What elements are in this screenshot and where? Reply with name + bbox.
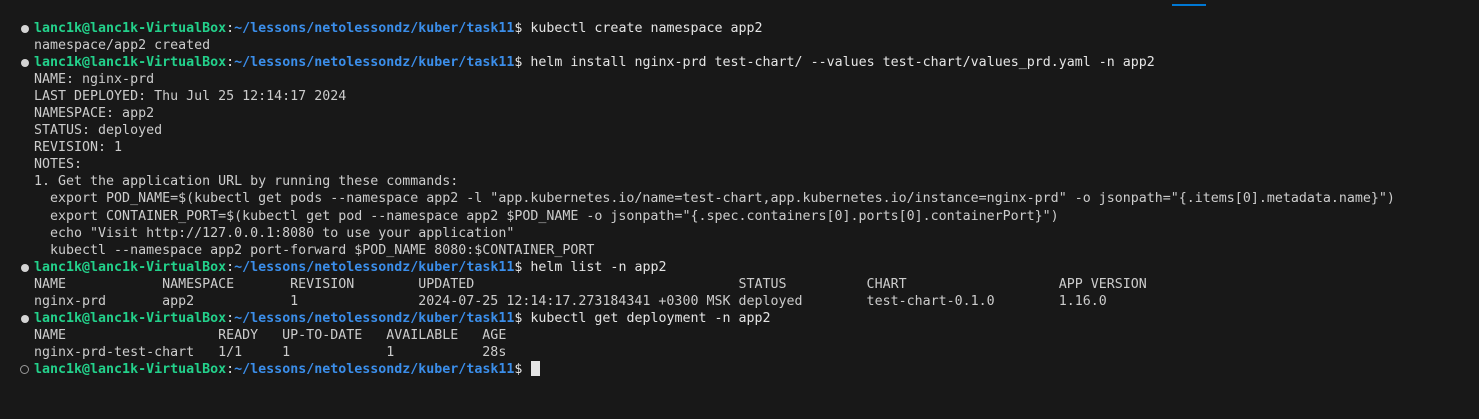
prompt-path: ~/lessons/netolessondz/kuber/task11 <box>234 310 515 326</box>
command-text: kubectl get deployment -n app2 <box>522 310 771 326</box>
output-text: NOTES: <box>34 157 83 173</box>
output-text: namespace/app2 created <box>34 38 211 54</box>
output-line: REVISION: 1 <box>0 139 1479 156</box>
command-text <box>522 362 530 377</box>
command-success-dot-icon[interactable] <box>21 314 29 323</box>
prompt-line: lanc1k@lanc1k-VirtualBox:~/lessons/netol… <box>0 310 1479 327</box>
output-line: echo "Visit http://127.0.0.1:8080 to use… <box>0 225 1479 242</box>
command-text: helm install nginx-prd test-chart/ --val… <box>522 55 1155 71</box>
output-text: export CONTAINER_PORT=$(kubectl get pod … <box>34 208 1059 224</box>
output-line: export CONTAINER_PORT=$(kubectl get pod … <box>0 208 1479 225</box>
terminal-cursor <box>531 360 541 376</box>
output-line: NAMESPACE: app2 <box>0 105 1479 122</box>
command-success-dot-icon[interactable] <box>21 59 29 68</box>
command-text: kubectl create namespace app2 <box>522 21 763 36</box>
terminal-top-bar <box>0 0 1479 8</box>
output-line: NAME NAMESPACE REVISION UPDATED STATUS C… <box>0 276 1479 293</box>
output-line: 1. Get the application URL by running th… <box>0 173 1479 190</box>
prompt-line: lanc1k@lanc1k-VirtualBox:~/lessons/netol… <box>0 259 1479 276</box>
output-line: nginx-prd app2 1 2024-07-25 12:14:17.273… <box>0 293 1479 310</box>
output-text: 1. Get the application URL by running th… <box>34 174 459 190</box>
prompt-separator: : <box>226 55 235 71</box>
prompt-path: ~/lessons/netolessondz/kuber/task11 <box>234 21 515 36</box>
prompt-user-host: lanc1k@lanc1k-VirtualBox <box>34 55 227 71</box>
output-line: namespace/app2 created <box>0 37 1479 54</box>
prompt-separator: : <box>226 361 235 377</box>
output-text: NAME NAMESPACE REVISION UPDATED STATUS C… <box>34 276 1147 292</box>
output-line: NAME READY UP-TO-DATE AVAILABLE AGE <box>0 327 1479 344</box>
prompt-line: lanc1k@lanc1k-VirtualBox:~/lessons/netol… <box>0 360 1479 378</box>
output-text: nginx-prd-test-chart 1/1 1 1 28s <box>34 344 507 360</box>
output-text: nginx-prd app2 1 2024-07-25 12:14:17.273… <box>34 293 1147 309</box>
output-text: LAST DEPLOYED: Thu Jul 25 12:14:17 2024 <box>34 89 347 105</box>
command-text: helm list -n app2 <box>522 259 667 275</box>
prompt-user-host: lanc1k@lanc1k-VirtualBox <box>34 21 227 36</box>
prompt-path: ~/lessons/netolessondz/kuber/task11 <box>234 259 515 275</box>
prompt-user-host: lanc1k@lanc1k-VirtualBox <box>34 361 227 377</box>
output-text: kubectl --namespace app2 port-forward $P… <box>34 242 595 258</box>
terminal-panel[interactable]: lanc1k@lanc1k-VirtualBox:~/lessons/netol… <box>0 0 1479 419</box>
output-line: NOTES: <box>0 156 1479 173</box>
command-pending-circle-icon[interactable] <box>20 364 29 374</box>
output-text: STATUS: deployed <box>34 123 163 139</box>
output-text: NAMESPACE: app2 <box>34 106 155 122</box>
prompt-path: ~/lessons/netolessondz/kuber/task11 <box>234 361 515 377</box>
command-success-dot-icon[interactable] <box>21 25 29 33</box>
output-line: STATUS: deployed <box>0 122 1479 139</box>
output-text: echo "Visit http://127.0.0.1:8080 to use… <box>34 225 515 241</box>
terminal-output[interactable]: lanc1k@lanc1k-VirtualBox:~/lessons/netol… <box>0 20 1479 378</box>
command-success-dot-icon[interactable] <box>21 263 29 272</box>
prompt-user-host: lanc1k@lanc1k-VirtualBox <box>34 310 227 326</box>
prompt-line: lanc1k@lanc1k-VirtualBox:~/lessons/netol… <box>0 20 1479 37</box>
prompt-line: lanc1k@lanc1k-VirtualBox:~/lessons/netol… <box>0 54 1479 71</box>
output-text: REVISION: 1 <box>34 140 123 156</box>
output-line: export POD_NAME=$(kubectl get pods --nam… <box>0 190 1479 207</box>
active-tab-indicator <box>1172 4 1206 6</box>
prompt-separator: : <box>226 259 235 275</box>
output-line: NAME: nginx-prd <box>0 71 1479 88</box>
output-line: kubectl --namespace app2 port-forward $P… <box>0 242 1479 259</box>
output-line: LAST DEPLOYED: Thu Jul 25 12:14:17 2024 <box>0 88 1479 105</box>
prompt-separator: : <box>226 310 235 326</box>
prompt-separator: : <box>226 21 235 36</box>
output-line: nginx-prd-test-chart 1/1 1 1 28s <box>0 344 1479 361</box>
prompt-user-host: lanc1k@lanc1k-VirtualBox <box>34 259 227 275</box>
output-text: export POD_NAME=$(kubectl get pods --nam… <box>34 191 1395 207</box>
output-text: NAME: nginx-prd <box>34 72 155 88</box>
output-text: NAME READY UP-TO-DATE AVAILABLE AGE <box>34 327 507 343</box>
prompt-path: ~/lessons/netolessondz/kuber/task11 <box>234 55 515 71</box>
